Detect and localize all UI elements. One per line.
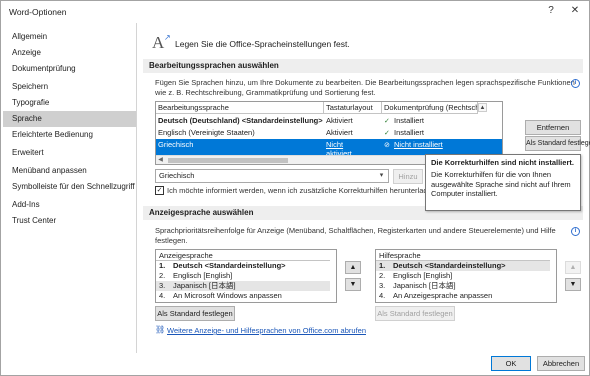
chevron-down-icon[interactable]: ▾	[376, 170, 387, 182]
remove-button[interactable]: Entfernen	[525, 120, 581, 135]
tooltip-body: Die Korrekturhilfen für die von Ihnen au…	[431, 170, 571, 198]
list-item-selected[interactable]: 3. Japanisch [日本語]	[156, 281, 330, 291]
add-language-combo-value: Griechisch	[159, 171, 195, 180]
sidebar-item-schnellzugriff[interactable]: Symbolleiste für den Schnellzugriff	[3, 179, 136, 195]
page-header-text: Legen Sie die Office-Spracheinstellungen…	[175, 39, 350, 49]
move-down-button[interactable]: ▼	[345, 278, 361, 291]
row-keyboard: Aktiviert	[326, 128, 353, 137]
sidebar-item-speichern[interactable]: Speichern	[3, 79, 136, 95]
proofing-link-icon: ⊘	[384, 142, 390, 149]
display-language-list[interactable]: Anzeigesprache 1. Deutsch <Standardeinste…	[155, 249, 337, 303]
sidebar-item-add-ins[interactable]: Add-Ins	[3, 197, 136, 213]
display-description-line2: festlegen.	[155, 236, 188, 245]
row-language: Englisch (Vereinigte Staaten)	[158, 128, 255, 137]
list-item[interactable]: 2. Englisch [English]	[156, 271, 330, 281]
row-proofing-cell: ⊘ Nicht installiert	[382, 139, 443, 152]
help-language-list[interactable]: Hilfesprache 1. Deutsch <Standardeinstell…	[375, 249, 557, 303]
proofing-not-installed-link[interactable]: Nicht installiert	[394, 140, 443, 149]
sidebar-item-erweitert[interactable]: Erweitert	[3, 145, 136, 161]
display-description-line1: Sprachprioritätsreihenfolge für Anzeige …	[155, 226, 556, 235]
scroll-left-arrow-icon[interactable]: ◀	[156, 156, 165, 164]
column-header-language[interactable]: Bearbeitungssprache	[156, 102, 324, 114]
list-item[interactable]: 2. Englisch [English]	[376, 271, 550, 281]
add-language-combo[interactable]: Griechisch ▾	[155, 169, 389, 183]
list-item[interactable]: 1. Deutsch <Standardeinstellung>	[156, 261, 330, 271]
editing-description-line1: Fügen Sie Sprachen hinzu, um Ihre Dokume…	[155, 78, 575, 87]
scroll-up-arrow-icon[interactable]: ▲	[478, 103, 487, 112]
sidebar: Allgemein Anzeige Dokumentprüfung Speich…	[3, 23, 137, 353]
help-move-down-button[interactable]: ▼	[565, 278, 581, 291]
dialog-footer: OK Abbrechen	[1, 353, 589, 375]
move-up-button[interactable]: ▲	[345, 261, 361, 274]
column-header-keyboard[interactable]: Tastaturlayout	[324, 102, 382, 114]
list-item[interactable]: 4. An Microsoft Windows anpassen	[156, 291, 330, 301]
sidebar-item-anzeige[interactable]: Anzeige	[3, 45, 136, 61]
tooltip-title: Die Korrekturhilfen sind nicht installie…	[431, 158, 574, 167]
ok-button[interactable]: OK	[491, 356, 531, 371]
proofing-tooltip: Die Korrekturhilfen sind nicht installie…	[425, 154, 581, 211]
display-language-list-header: Anzeigesprache	[156, 250, 330, 261]
language-icon: A ↗	[152, 33, 171, 51]
list-item[interactable]: 4. An Anzeigesprache anpassen	[376, 291, 550, 301]
row-language: Griechisch	[158, 140, 194, 149]
link-icon: ⛓	[155, 325, 166, 334]
help-button[interactable]: ?	[543, 4, 559, 18]
title-bar: Word-Optionen ? ✕	[1, 1, 589, 21]
row-proofing: Installiert	[394, 116, 425, 125]
set-default-editing-button[interactable]: Als Standard festlegen	[525, 136, 590, 151]
close-button[interactable]: ✕	[567, 4, 583, 18]
set-help-default-button[interactable]: Als Standard festlegen	[375, 306, 455, 321]
list-item-selected[interactable]: 1. Deutsch <Standardeinstellung>	[376, 261, 550, 271]
notify-proofing-checkbox[interactable]: ✓	[155, 186, 164, 195]
sidebar-item-dokumentpruefung[interactable]: Dokumentprüfung	[3, 61, 136, 77]
editing-description-line2: wie z. B. Rechtschreibung, Grammatikprüf…	[155, 88, 376, 97]
help-language-list-header: Hilfesprache	[376, 250, 550, 261]
info-icon[interactable]: i	[571, 227, 580, 236]
table-row[interactable]: Englisch (Vereinigte Staaten) Aktiviert …	[156, 127, 502, 139]
sidebar-item-typografie[interactable]: Typografie	[3, 95, 136, 111]
info-icon[interactable]: i	[571, 79, 580, 88]
row-keyboard: Aktiviert	[326, 116, 353, 125]
set-display-default-button[interactable]: Als Standard festlegen	[155, 306, 235, 321]
window-title: Word-Optionen	[9, 7, 67, 17]
sidebar-item-erleichterte-bedienung[interactable]: Erleichterte Bedienung	[3, 127, 136, 143]
more-languages-link[interactable]: Weitere Anzeige- und Hilfesprachen von O…	[167, 326, 366, 335]
notify-proofing-label: Ich möchte informiert werden, wenn ich z…	[167, 186, 428, 195]
row-proofing: Installiert	[394, 128, 425, 137]
sidebar-item-trust-center[interactable]: Trust Center	[3, 213, 136, 229]
row-language: Deutsch (Deutschland) <Standardeinstellu…	[158, 116, 323, 125]
sidebar-item-allgemein[interactable]: Allgemein	[3, 29, 136, 45]
sidebar-item-menueband-anpassen[interactable]: Menüband anpassen	[3, 163, 136, 179]
editing-languages-heading: Bearbeitungssprachen auswählen	[143, 59, 583, 73]
column-header-proofing[interactable]: Dokumentprüfung (Rechtschreibung, ...	[382, 102, 478, 114]
sidebar-item-sprache[interactable]: Sprache	[3, 111, 136, 127]
add-language-button[interactable]: Hinzu	[393, 169, 423, 184]
svg-text:↗: ↗	[164, 33, 171, 42]
scrollbar-thumb[interactable]	[168, 158, 288, 163]
table-row[interactable]: Deutsch (Deutschland) <Standardeinstellu…	[156, 115, 502, 127]
cancel-button[interactable]: Abbrechen	[537, 356, 585, 371]
list-item[interactable]: 3. Japanisch [日本語]	[376, 281, 550, 291]
word-options-dialog: Word-Optionen ? ✕ Allgemein Anzeige Doku…	[0, 0, 590, 376]
help-move-up-button[interactable]: ▲	[565, 261, 581, 274]
